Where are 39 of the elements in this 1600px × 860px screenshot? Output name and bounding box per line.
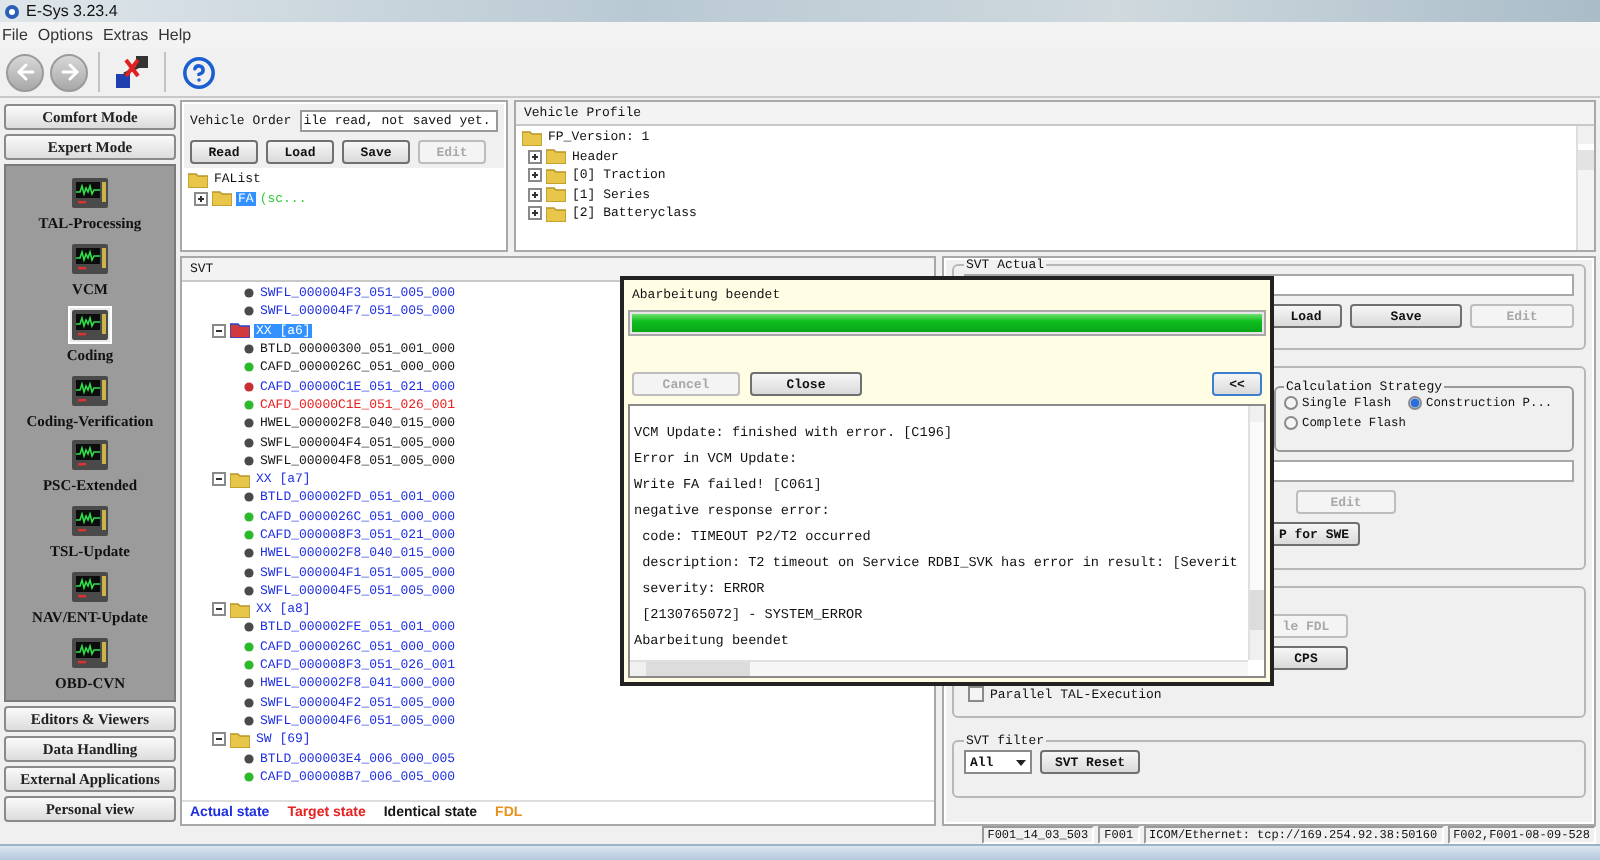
- folder-icon: [230, 471, 250, 488]
- monitor-icon: [68, 436, 112, 475]
- caret-icon: [1016, 759, 1026, 765]
- vertical-scrollbar[interactable]: [1576, 126, 1594, 250]
- menu-item[interactable]: Extras: [102, 26, 149, 44]
- checkbox[interactable]: [968, 686, 984, 702]
- radio-button[interactable]: [1408, 396, 1422, 410]
- menu-item[interactable]: File: [2, 26, 28, 44]
- arrow-right-icon: [57, 60, 81, 84]
- expand-icon[interactable]: [528, 206, 542, 221]
- monitor-icon: [68, 305, 112, 344]
- folder-icon: [230, 601, 250, 618]
- vertical-scrollbar[interactable]: [1248, 406, 1264, 660]
- radio-button[interactable]: [1284, 416, 1298, 430]
- collapse-icon[interactable]: [212, 602, 226, 617]
- menu-item[interactable]: Options: [37, 26, 93, 44]
- folder-icon: [230, 731, 250, 748]
- help-icon: [181, 55, 215, 89]
- expand-icon[interactable]: [528, 168, 542, 183]
- connection-button[interactable]: [110, 50, 154, 94]
- window-title: E-Sys 3.23.4: [26, 2, 118, 20]
- expand-icon[interactable]: [528, 187, 542, 202]
- monitor-icon: [68, 239, 112, 278]
- monitor-icon: [67, 371, 112, 410]
- monitor-icon: [68, 568, 112, 607]
- arrow-left-icon: [13, 60, 37, 84]
- collapse-icon[interactable]: [212, 732, 226, 747]
- horizontal-scrollbar[interactable]: [630, 660, 1248, 676]
- monitor-icon: [67, 502, 112, 541]
- expand-icon[interactable]: [194, 191, 208, 206]
- network-connection-icon: [112, 52, 152, 92]
- monitor-icon: [68, 634, 112, 673]
- collapse-icon[interactable]: [212, 472, 226, 487]
- menu-item[interactable]: Help: [158, 26, 192, 44]
- folder-icon: [230, 322, 250, 339]
- collapse-icon[interactable]: [212, 323, 226, 338]
- expand-icon[interactable]: [528, 149, 542, 164]
- radio-button[interactable]: [1284, 396, 1298, 410]
- monitor-icon: [67, 173, 112, 212]
